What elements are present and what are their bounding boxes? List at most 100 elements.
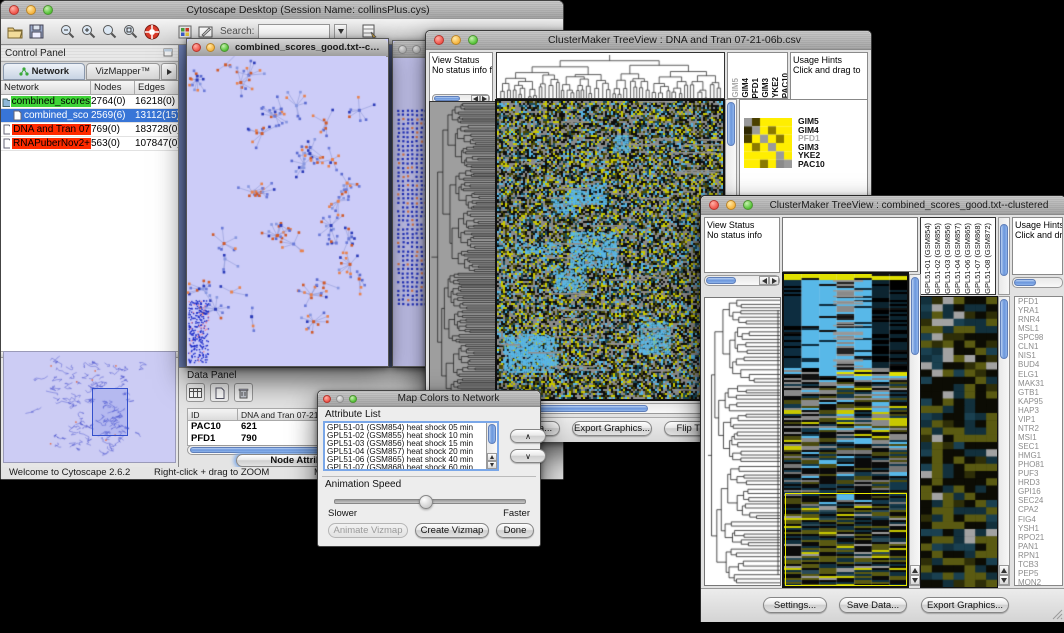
- zoom-fit-icon[interactable]: [101, 23, 118, 40]
- data-col-id[interactable]: ID: [188, 409, 238, 420]
- gene-label[interactable]: SEC1: [1018, 442, 1062, 451]
- minimize-button[interactable]: [206, 43, 215, 52]
- gene-label[interactable]: PAN1: [1018, 542, 1062, 551]
- network-row-combined-scores[interactable]: combined_scores 2764(0) 16218(0): [1, 95, 178, 109]
- col-network[interactable]: Network: [1, 81, 91, 94]
- minimize-button[interactable]: [412, 45, 421, 54]
- close-button[interactable]: [9, 5, 19, 15]
- zoom-out-icon[interactable]: [59, 23, 76, 40]
- gene-label[interactable]: MSI1: [1018, 433, 1062, 442]
- gene-label[interactable]: PEP5: [1018, 569, 1062, 578]
- gene-label[interactable]: YSH1: [1018, 524, 1062, 533]
- search-dropdown-button[interactable]: [334, 24, 347, 39]
- zoom-window-button[interactable]: [43, 5, 53, 15]
- attribute-listbox[interactable]: GPL51-01 (GSM854) heat shock 05 minGPL51…: [323, 421, 499, 471]
- animation-speed-slider[interactable]: [334, 499, 526, 504]
- gene-label[interactable]: GPI16: [1018, 487, 1062, 496]
- open-file-icon[interactable]: [7, 23, 24, 40]
- treeview1-column-dendrogram[interactable]: [497, 53, 724, 98]
- save-icon[interactable]: [28, 23, 45, 40]
- zoom-window-button[interactable]: [220, 43, 229, 52]
- gene-label[interactable]: PFD1: [1018, 297, 1062, 306]
- gene-label[interactable]: NTR2: [1018, 424, 1062, 433]
- treeview2-labels-vscrollbar[interactable]: [998, 217, 1010, 295]
- animate-vizmap-button[interactable]: Animate Vizmap: [328, 523, 408, 538]
- move-up-button[interactable]: ∧: [510, 429, 546, 443]
- done-button[interactable]: Done: [496, 523, 534, 538]
- delete-attribute-icon[interactable]: [234, 383, 253, 402]
- treeview2-zoom-heatmap[interactable]: [921, 297, 997, 587]
- treeview2-status-hscrollbar[interactable]: [704, 275, 780, 286]
- network-view-canvas[interactable]: [187, 56, 386, 365]
- zoom-in-icon[interactable]: [80, 23, 97, 40]
- main-titlebar[interactable]: Cytoscape Desktop (Session Name: collins…: [1, 1, 563, 20]
- resize-grip-icon[interactable]: [1051, 608, 1063, 620]
- gene-label[interactable]: RNR4: [1018, 315, 1062, 324]
- gene-label[interactable]: GTB1: [1018, 388, 1062, 397]
- float-panel-icon[interactable]: [163, 44, 174, 62]
- export-graphics-button[interactable]: Export Graphics...: [572, 421, 652, 436]
- treeview2-column-dendrogram-area[interactable]: [782, 217, 918, 272]
- gene-label[interactable]: KAP95: [1018, 397, 1062, 406]
- gene-label[interactable]: RPO21: [1018, 533, 1062, 542]
- gene-label[interactable]: CLN1: [1018, 342, 1062, 351]
- close-button[interactable]: [192, 43, 201, 52]
- col-nodes[interactable]: Nodes: [91, 81, 135, 94]
- attribute-table-icon[interactable]: [186, 383, 205, 402]
- tab-network[interactable]: Network: [3, 63, 85, 80]
- birdseye-viewport-rect[interactable]: [92, 388, 128, 436]
- create-vizmap-button[interactable]: Create Vizmap: [415, 523, 489, 538]
- close-button[interactable]: [709, 200, 719, 210]
- map-dialog-titlebar[interactable]: Map Colors to Network: [318, 391, 540, 407]
- gene-label[interactable]: PAC10: [798, 160, 825, 169]
- treeview1-titlebar[interactable]: ClusterMaker TreeView : DNA and Tran 07-…: [426, 31, 871, 50]
- zoom-window-button[interactable]: [743, 200, 753, 210]
- network-frame-1[interactable]: combined_scores_good.txt--cluste...: [186, 38, 389, 367]
- move-down-button[interactable]: ∨: [510, 449, 546, 463]
- col-edges[interactable]: Edges: [135, 81, 178, 94]
- gene-label[interactable]: SPC98: [1018, 333, 1062, 342]
- slider-thumb[interactable]: [419, 495, 433, 509]
- minimize-button[interactable]: [336, 395, 344, 403]
- treeview1-row-dendrogram[interactable]: [430, 102, 495, 398]
- treeview2-titlebar[interactable]: ClusterMaker TreeView : combined_scores_…: [701, 196, 1064, 215]
- birdseye-view[interactable]: [3, 351, 176, 463]
- gene-label[interactable]: MAK31: [1018, 379, 1062, 388]
- minimize-button[interactable]: [26, 5, 36, 15]
- gene-label[interactable]: ELG1: [1018, 370, 1062, 379]
- gene-label[interactable]: BUD4: [1018, 360, 1062, 369]
- minimize-button[interactable]: [726, 200, 736, 210]
- gene-label[interactable]: SEC24: [1018, 496, 1062, 505]
- attribute-list-item[interactable]: GPL51-07 (GSM868) heat shock 60 min: [325, 464, 485, 471]
- minimize-button[interactable]: [451, 35, 461, 45]
- treeview1-mini-heatmap[interactable]: [744, 118, 792, 168]
- network-row-dna-tran[interactable]: DNA and Tran 07 769(0) 183728(0): [1, 123, 178, 137]
- tab-overflow-button[interactable]: [161, 63, 177, 80]
- treeview2-row-dendrogram[interactable]: [705, 298, 780, 585]
- tab-vizmapper[interactable]: VizMapper™: [86, 63, 160, 80]
- save-data-button[interactable]: Save Data...: [839, 597, 907, 613]
- treeview2-zoom-vscrollbar[interactable]: [998, 296, 1010, 586]
- gene-label[interactable]: NIS1: [1018, 351, 1062, 360]
- gene-label[interactable]: PUF3: [1018, 469, 1062, 478]
- export-graphics-button[interactable]: Export Graphics...: [921, 597, 1009, 613]
- close-button[interactable]: [398, 45, 407, 54]
- gene-label[interactable]: TCB3: [1018, 560, 1062, 569]
- search-input[interactable]: [258, 24, 330, 39]
- zoom-window-button[interactable]: [349, 395, 357, 403]
- gene-label[interactable]: MON2: [1018, 578, 1062, 586]
- network-frame-1-titlebar[interactable]: combined_scores_good.txt--cluste...: [187, 39, 388, 57]
- zoom-selected-icon[interactable]: [122, 23, 139, 40]
- close-button[interactable]: [323, 395, 331, 403]
- new-attribute-icon[interactable]: [210, 383, 229, 402]
- treeview1-heatmap-canvas[interactable]: [497, 101, 723, 399]
- gene-label[interactable]: CPA2: [1018, 505, 1062, 514]
- gene-label[interactable]: PHO81: [1018, 460, 1062, 469]
- network-row-combined-sco-selected[interactable]: combined_sco 2569(6) 13112(15): [1, 109, 178, 123]
- gene-label[interactable]: MSL1: [1018, 324, 1062, 333]
- gene-label[interactable]: HMG1: [1018, 451, 1062, 460]
- close-button[interactable]: [434, 35, 444, 45]
- heatmap-selection-rect[interactable]: [785, 493, 907, 586]
- gene-label[interactable]: VIP1: [1018, 415, 1062, 424]
- help-lifering-icon[interactable]: [143, 23, 160, 40]
